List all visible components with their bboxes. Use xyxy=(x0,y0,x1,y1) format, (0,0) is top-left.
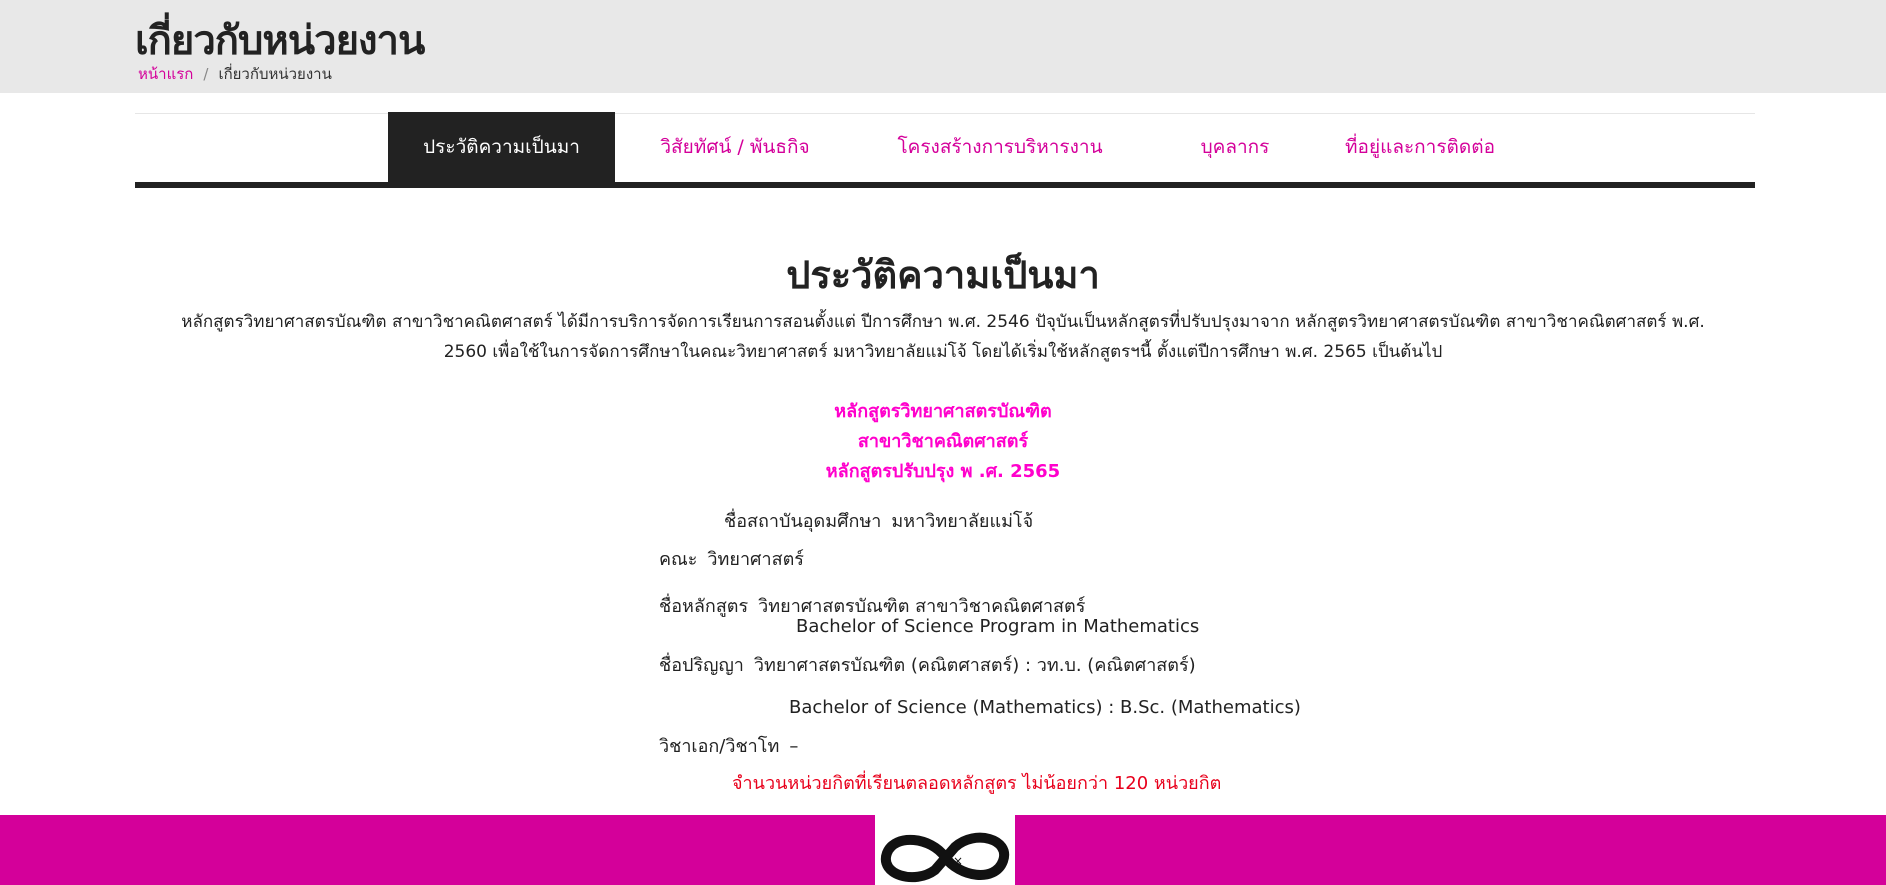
breadcrumb-separator: / xyxy=(203,65,209,83)
tab-personnel[interactable]: บุคลากร xyxy=(1155,112,1315,182)
institution-value: มหาวิทยาลัยแม่โจ้ xyxy=(891,511,1034,532)
major-label: วิชาเอก/วิชาโท xyxy=(659,736,780,757)
section-title: ประวัติความเป็นมา xyxy=(786,253,1100,297)
svg-text:×: × xyxy=(953,854,963,868)
infinity-logo-icon: × xyxy=(880,832,1010,883)
faculty-value: วิทยาศาสตร์ xyxy=(707,549,804,570)
major-row: วิชาเอก/วิชาโท – xyxy=(659,731,798,760)
tab-address-contact[interactable]: ที่อยู่และการติดต่อ xyxy=(1315,112,1525,182)
program-degree-line: หลักสูตรวิทยาศาสตรบัณฑิต xyxy=(834,401,1052,422)
breadcrumb: หน้าแรก / เกี่ยวกับหน่วยงาน xyxy=(138,62,332,86)
degree-row: ชื่อปริญญา วิทยาศาสตรบัณฑิต (คณิตศาสตร์) … xyxy=(659,650,1196,679)
program-name-en: Bachelor of Science Program in Mathemati… xyxy=(796,616,1200,637)
tab-history[interactable]: ประวัติความเป็นมา xyxy=(388,112,615,182)
degree-label: ชื่อปริญญา xyxy=(659,655,744,676)
program-major-line: สาขาวิชาคณิตศาสตร์ xyxy=(857,431,1029,452)
tab-management-structure[interactable]: โครงสร้างการบริหารงาน xyxy=(865,112,1135,182)
degree-th: วิทยาศาสตรบัณฑิต (คณิตศาสตร์) : วท.บ. (ค… xyxy=(753,655,1196,676)
footer: × xyxy=(0,815,1886,885)
footer-logo: × xyxy=(875,815,1015,885)
program-name-label: ชื่อหลักสูตร xyxy=(659,596,749,617)
breadcrumb-current: เกี่ยวกับหน่วยงาน xyxy=(218,65,332,83)
institution-label: ชื่อสถาบันอุดมศึกษา xyxy=(724,511,882,532)
major-value: – xyxy=(789,736,799,757)
program-heading: หลักสูตรวิทยาศาสตรบัณฑิต สาขาวิชาคณิตศาส… xyxy=(0,397,1886,487)
page-header: เกี่ยวกับหน่วยงาน หน้าแรก / เกี่ยวกับหน่วย… xyxy=(0,0,1886,93)
tab-vision-mission[interactable]: วิสัยทัศน์ / พันธกิจ xyxy=(625,112,845,182)
intro-paragraph: หลักสูตรวิทยาศาสตรบัณฑิต สาขาวิชาคณิตศาส… xyxy=(181,312,1705,362)
total-credits: จำนวนหน่วยกิตที่เรียนตลอดหลักสูตร ไม่น้อ… xyxy=(732,773,1222,794)
breadcrumb-home-link[interactable]: หน้าแรก xyxy=(138,65,193,83)
tab-bar: ประวัติความเป็นมา วิสัยทัศน์ / พันธกิจ โ… xyxy=(135,112,1755,182)
faculty-label: คณะ xyxy=(659,549,698,570)
tabs-underline-bar xyxy=(135,182,1755,188)
program-name-th: วิทยาศาสตรบัณฑิต สาขาวิชาคณิตศาสตร์ xyxy=(758,596,1086,617)
institution-row: ชื่อสถาบันอุดมศึกษา มหาวิทยาลัยแม่โจ้ xyxy=(724,506,1033,535)
program-revision-line: หลักสูตรปรับปรุง พ .ศ. 2565 xyxy=(825,461,1061,482)
degree-en: Bachelor of Science (Mathematics) : B.Sc… xyxy=(789,697,1301,718)
faculty-row: คณะ วิทยาศาสตร์ xyxy=(659,544,804,573)
